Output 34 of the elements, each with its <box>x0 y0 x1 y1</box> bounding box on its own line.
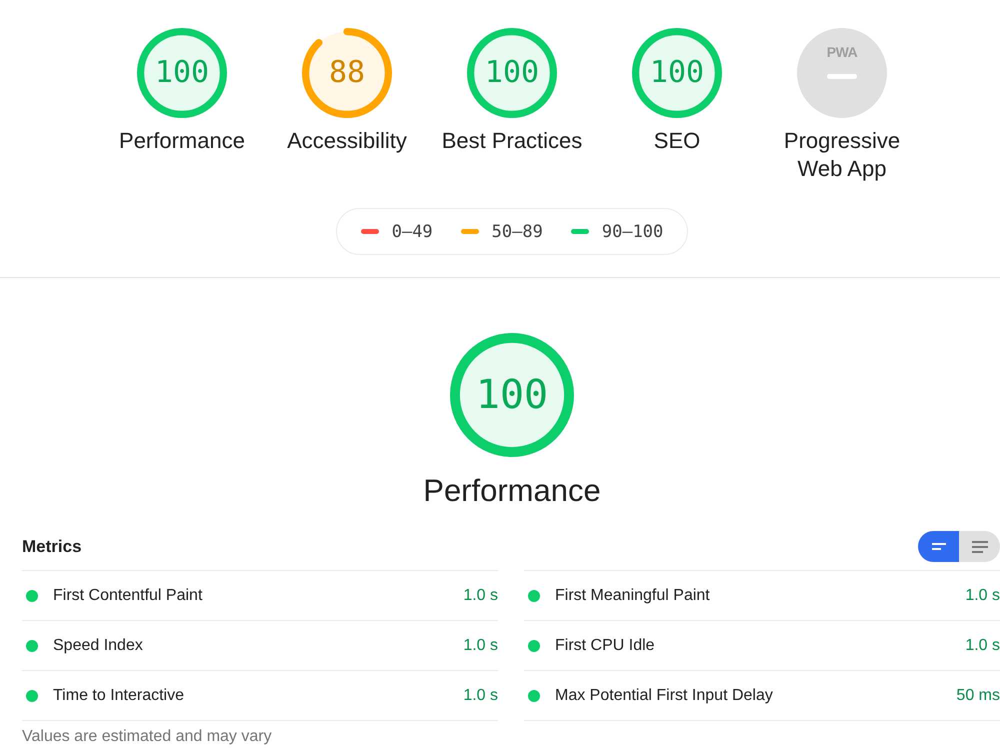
metric-name: Max Potential First Input Delay <box>555 686 773 706</box>
metric-name: Time to Interactive <box>53 686 184 706</box>
category-label: SEO <box>654 127 700 155</box>
dash-icon <box>827 74 857 79</box>
category-label: Best Practices <box>442 127 582 155</box>
metric-name: First CPU Idle <box>555 636 655 656</box>
lines-icon <box>932 543 946 550</box>
score-value: 100 <box>476 375 548 415</box>
score-value: 100 <box>154 58 210 88</box>
category-label: Accessibility <box>287 127 407 155</box>
lines-icon <box>972 540 988 552</box>
metric-name: First Contentful Paint <box>53 586 202 606</box>
compact-view-button[interactable] <box>918 531 959 562</box>
metric-value: 1.0 s <box>463 636 498 656</box>
score-value: 88 <box>328 58 366 88</box>
footnote-text: Values are estimated and may vary <box>22 727 272 746</box>
metric-value: 1.0 s <box>463 686 498 706</box>
metric-value: 1.0 s <box>463 586 498 606</box>
score-value: 100 <box>484 58 540 88</box>
metric-value: 50 ms <box>956 686 1000 706</box>
section-title: Metrics <box>22 536 82 556</box>
category-title: Performance <box>423 473 601 509</box>
metric-value: 1.0 s <box>965 586 1000 606</box>
metric-name: Speed Index <box>53 636 143 656</box>
detailed-view-button[interactable] <box>959 531 1000 562</box>
category-label: Performance <box>119 127 245 155</box>
category-label: Progressive Web App <box>782 127 902 183</box>
metric-name: First Meaningful Paint <box>555 586 710 606</box>
metric-value: 1.0 s <box>965 636 1000 656</box>
pwa-logo-text: PWA <box>826 44 858 60</box>
legend-range: 50–89 <box>492 222 543 242</box>
legend-range: 90–100 <box>602 222 664 242</box>
score-value: 100 <box>650 58 704 88</box>
legend-range: 0–49 <box>392 222 433 242</box>
